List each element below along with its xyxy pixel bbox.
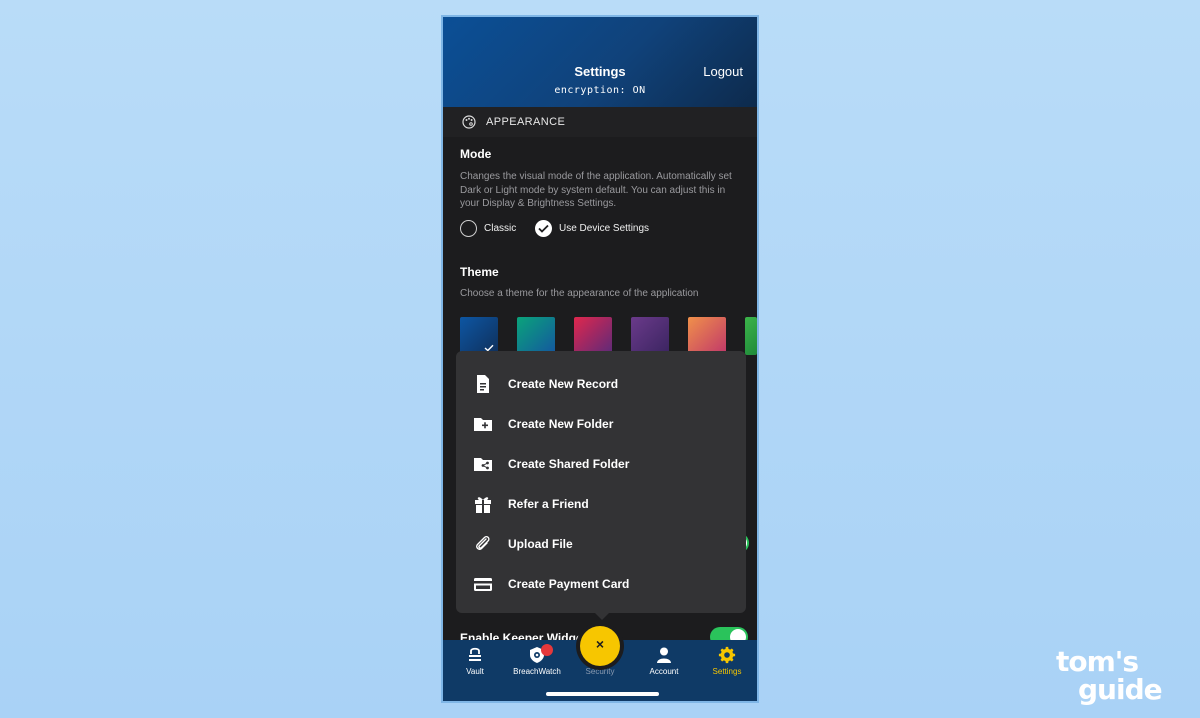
menu-item-label: Refer a Friend <box>508 497 589 511</box>
encryption-status: encryption: ON <box>554 85 646 96</box>
credit-card-icon <box>474 578 492 591</box>
home-indicator <box>546 692 659 696</box>
menu-item-label: Create New Record <box>508 377 619 391</box>
document-icon <box>477 375 489 393</box>
theme-swatch-crimson[interactable] <box>574 317 612 355</box>
phone-screen: Settings Logout encryption: ON APPEARANC… <box>441 15 759 703</box>
menu-item-create-new-folder[interactable]: Create New Folder <box>456 403 746 443</box>
mode-title: Mode <box>460 147 492 161</box>
palette-icon <box>462 115 476 134</box>
account-icon <box>657 647 671 663</box>
menu-item-create-payment-card[interactable]: Create Payment Card <box>456 563 746 603</box>
tab-account[interactable]: Account <box>634 640 694 690</box>
tab-label: Vault <box>466 667 484 676</box>
folder-plus-icon <box>474 418 492 431</box>
toms-guide-logo: tom's guide <box>1056 648 1178 704</box>
radio-use-device-settings[interactable] <box>535 220 552 237</box>
theme-swatch-green[interactable] <box>745 317 757 355</box>
theme-title: Theme <box>460 265 499 279</box>
alert-badge <box>541 644 553 656</box>
menu-item-create-shared-folder[interactable]: Create Shared Folder <box>456 443 746 483</box>
appearance-section-header: APPEARANCE <box>443 107 757 137</box>
close-icon: × <box>595 636 605 652</box>
menu-item-create-new-record[interactable]: Create New Record <box>456 363 746 403</box>
tab-settings[interactable]: Settings <box>697 640 757 690</box>
tab-label: Settings <box>712 667 742 676</box>
theme-swatch-teal[interactable] <box>517 317 555 355</box>
tab-label: Security <box>585 667 615 676</box>
header: Settings Logout encryption: ON <box>443 17 757 107</box>
theme-description: Choose a theme for the appearance of the… <box>460 288 699 299</box>
paperclip-icon <box>476 535 490 550</box>
logout-button[interactable]: Logout <box>703 64 743 79</box>
gear-icon <box>718 646 736 664</box>
theme-swatch-blue[interactable] <box>460 317 498 355</box>
vault-icon <box>469 647 481 661</box>
menu-item-label: Create New Folder <box>508 417 614 431</box>
mode-description: Changes the visual mode of the applicati… <box>460 171 732 209</box>
theme-swatch-purple[interactable] <box>631 317 669 355</box>
logo-line-2: guide <box>1078 673 1163 706</box>
menu-item-label: Upload File <box>508 537 573 551</box>
tab-breachwatch[interactable]: BreachWatch <box>507 640 567 690</box>
mode-options: Classic Use Device Settings <box>460 220 750 242</box>
create-menu: Create New Record Create New Folder Crea… <box>456 351 746 613</box>
menu-item-label: Create Shared Folder <box>508 457 630 471</box>
gift-icon <box>475 497 491 513</box>
tab-label: Account <box>649 667 679 676</box>
radio-classic[interactable] <box>460 220 477 237</box>
tab-label: BreachWatch <box>513 667 561 676</box>
radio-classic-label: Classic <box>484 223 517 234</box>
shared-folder-icon <box>474 458 492 471</box>
check-icon <box>538 224 549 233</box>
radio-device-label: Use Device Settings <box>559 223 650 234</box>
menu-item-upload-file[interactable]: Upload File <box>456 523 746 563</box>
theme-swatch-coral[interactable] <box>688 317 726 355</box>
tab-vault[interactable]: Vault <box>445 640 505 690</box>
close-menu-fab[interactable]: × <box>580 626 620 666</box>
menu-caret <box>595 613 609 620</box>
menu-item-refer-a-friend[interactable]: Refer a Friend <box>456 483 746 523</box>
appearance-label: APPEARANCE <box>486 116 566 128</box>
menu-item-label: Create Payment Card <box>508 577 630 591</box>
